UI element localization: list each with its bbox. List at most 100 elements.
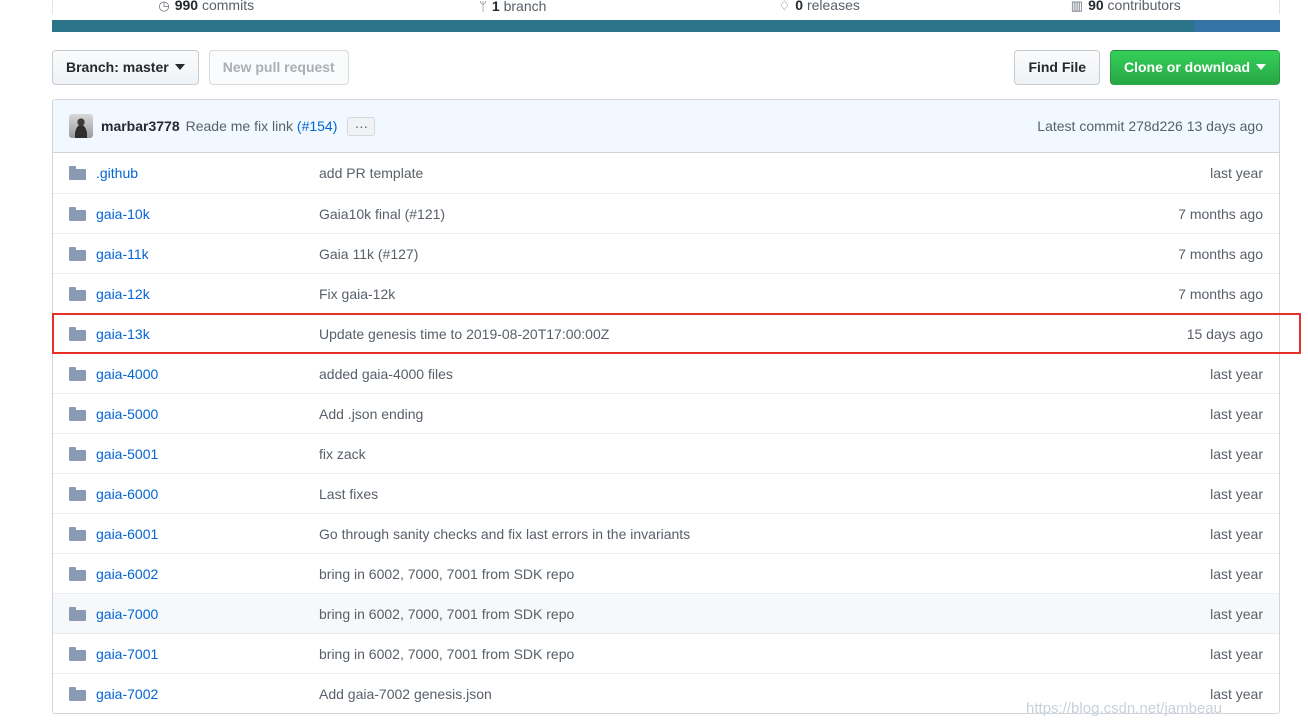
table-row[interactable]: gaia-6001 Go through sanity checks and fi… [53, 513, 1279, 553]
repo-stat-label: branch [499, 0, 547, 14]
commit-icon: ◷ [158, 0, 170, 13]
file-name-link[interactable]: gaia-11k [96, 246, 319, 262]
repo-stats-bar: ◷ 990 commits ᛘ 1 branch ♢ 0 releases ▥ 90 cont… [52, 0, 1280, 14]
repo-stat-commits[interactable]: ◷ 990 commits [53, 0, 360, 14]
file-name-link[interactable]: gaia-6000 [96, 486, 319, 502]
folder-icon [69, 326, 86, 341]
file-commit-time: last year [1210, 485, 1263, 502]
file-commit-message[interactable]: Gaia10k final (#121) [319, 206, 1166, 222]
file-name-link[interactable]: gaia-7002 [96, 686, 319, 702]
repo-stat-label: commits [198, 0, 255, 13]
repo-stat-branch[interactable]: ᛘ1 branch [360, 0, 667, 14]
file-rows: .github add PR template last year gaia-10k G… [53, 153, 1279, 713]
file-name-link[interactable]: gaia-13k [96, 326, 319, 342]
file-name-link[interactable]: gaia-10k [96, 206, 319, 222]
folder-icon [69, 526, 86, 541]
file-commit-time: last year [1210, 405, 1263, 422]
file-commit-time: 15 days ago [1186, 325, 1263, 342]
file-commit-time: last year [1210, 165, 1263, 181]
table-row[interactable]: gaia-10k Gaia10k final (#121) 7 months ago [53, 193, 1279, 233]
find-file-label: Find File [1028, 59, 1086, 75]
file-commit-time: last year [1210, 365, 1263, 382]
file-name-link[interactable]: .github [96, 165, 319, 181]
repo-stat-count: 990 [174, 0, 199, 13]
language-bar [52, 20, 1280, 32]
avatar [69, 114, 93, 138]
table-row[interactable]: gaia-6002 bring in 6002, 7000, 7001 from … [53, 553, 1279, 593]
table-row[interactable]: gaia-5001 fix zack last year [53, 433, 1279, 473]
file-commit-time: 7 months ago [1178, 245, 1263, 262]
find-file-button[interactable]: Find File [1014, 50, 1100, 85]
table-row[interactable]: .github add PR template last year [53, 153, 1279, 193]
folder-icon [69, 406, 86, 421]
file-name-link[interactable]: gaia-6001 [96, 526, 319, 542]
file-commit-message[interactable]: Last fixes [319, 486, 1198, 502]
file-commit-message[interactable]: add PR template [319, 165, 1198, 181]
branch-icon: ᛘ [479, 0, 487, 14]
file-commit-message[interactable]: Add .json ending [319, 406, 1198, 422]
file-name-link[interactable]: gaia-4000 [96, 366, 319, 382]
language-segment-go[interactable] [52, 20, 1195, 32]
contributors-icon: ▥ [1070, 0, 1084, 13]
commit-issue-link[interactable]: (#154) [297, 118, 337, 134]
latest-commit-meta: Latest commit 278d226 13 days ago [1037, 118, 1263, 134]
file-commit-message[interactable]: bring in 6002, 7000, 7001 from SDK repo [319, 566, 1198, 582]
file-commit-message[interactable]: added gaia-4000 files [319, 366, 1198, 382]
language-segment-python[interactable] [1194, 20, 1280, 32]
file-name-link[interactable]: gaia-6002 [96, 566, 319, 582]
table-row[interactable]: gaia-7000 bring in 6002, 7000, 7001 from … [53, 593, 1279, 633]
table-row[interactable]: gaia-4000 added gaia-4000 files last year [53, 353, 1279, 393]
commit-author-link[interactable]: marbar3778 [101, 118, 180, 134]
file-name-link[interactable]: gaia-5001 [96, 446, 319, 462]
repo-stat-releases[interactable]: ♢ 0 releases [666, 0, 973, 14]
folder-icon [69, 606, 86, 621]
watermark: https://blog.csdn.net/jambeau [1026, 700, 1222, 717]
folder-icon [69, 166, 86, 180]
folder-icon [69, 446, 86, 461]
file-commit-message[interactable]: Go through sanity checks and fix last er… [319, 526, 1198, 542]
file-name-link[interactable]: gaia-7000 [96, 606, 319, 622]
repo-stat-count: 0 [795, 0, 804, 13]
table-row[interactable]: gaia-12k Fix gaia-12k 7 months ago [53, 273, 1279, 313]
file-commit-time: last year [1210, 565, 1263, 582]
table-row[interactable]: gaia-7001 bring in 6002, 7000, 7001 from … [53, 633, 1279, 673]
file-commit-message[interactable]: bring in 6002, 7000, 7001 from SDK repo [319, 606, 1198, 622]
file-commit-message[interactable]: Gaia 11k (#127) [319, 246, 1166, 262]
table-row[interactable]: gaia-13k Update genesis time to 2019-08-2… [53, 313, 1279, 353]
branch-selector-label: Branch: master [66, 59, 169, 75]
new-pull-request-label: New pull request [222, 59, 335, 75]
repo-stat-count: 90 [1088, 0, 1104, 13]
table-row[interactable]: gaia-11k Gaia 11k (#127) 7 months ago [53, 233, 1279, 273]
folder-icon [69, 486, 86, 501]
folder-icon [69, 206, 86, 221]
file-commit-message[interactable]: fix zack [319, 446, 1198, 462]
file-commit-message[interactable]: Update genesis time to 2019-08-20T17:00:… [319, 326, 1175, 342]
file-commit-message[interactable]: bring in 6002, 7000, 7001 from SDK repo [319, 646, 1198, 662]
file-commit-time: 7 months ago [1178, 205, 1263, 222]
folder-icon [69, 686, 86, 701]
branch-selector-button[interactable]: Branch: master [52, 50, 199, 85]
table-row[interactable]: gaia-5000 Add .json ending last year [53, 393, 1279, 433]
folder-icon [69, 286, 86, 301]
folder-icon [69, 246, 86, 261]
repo-stat-contributors[interactable]: ▥ 90 contributors [973, 0, 1280, 14]
file-commit-message[interactable]: Fix gaia-12k [319, 286, 1166, 302]
new-pull-request-button[interactable]: New pull request [208, 50, 349, 85]
file-name-link[interactable]: gaia-7001 [96, 646, 319, 662]
repository-file-browser: ◷ 990 commits ᛘ 1 branch ♢ 0 releases ▥ 90 cont… [0, 0, 1308, 724]
repo-stat-label: contributors [1103, 0, 1181, 13]
expand-commit-message-button[interactable]: … [347, 116, 376, 136]
toolbar-right-group: Find File Clone or download [1014, 50, 1280, 85]
commit-message[interactable]: Reade me fix link (#154) [186, 118, 338, 134]
table-row[interactable]: gaia-6000 Last fixes last year [53, 473, 1279, 513]
file-listing-box: marbar3778 Reade me fix link (#154) … La… [52, 99, 1280, 714]
file-commit-time: last year [1210, 605, 1263, 622]
repo-stat-label: releases [803, 0, 860, 13]
file-name-link[interactable]: gaia-12k [96, 286, 319, 302]
clone-or-download-button[interactable]: Clone or download [1110, 50, 1280, 85]
commit-message-text: Reade me fix link [185, 118, 294, 134]
file-name-link[interactable]: gaia-5000 [96, 406, 319, 422]
folder-icon [69, 566, 86, 581]
clone-or-download-label: Clone or download [1124, 59, 1250, 75]
chevron-down-icon [1256, 64, 1266, 70]
